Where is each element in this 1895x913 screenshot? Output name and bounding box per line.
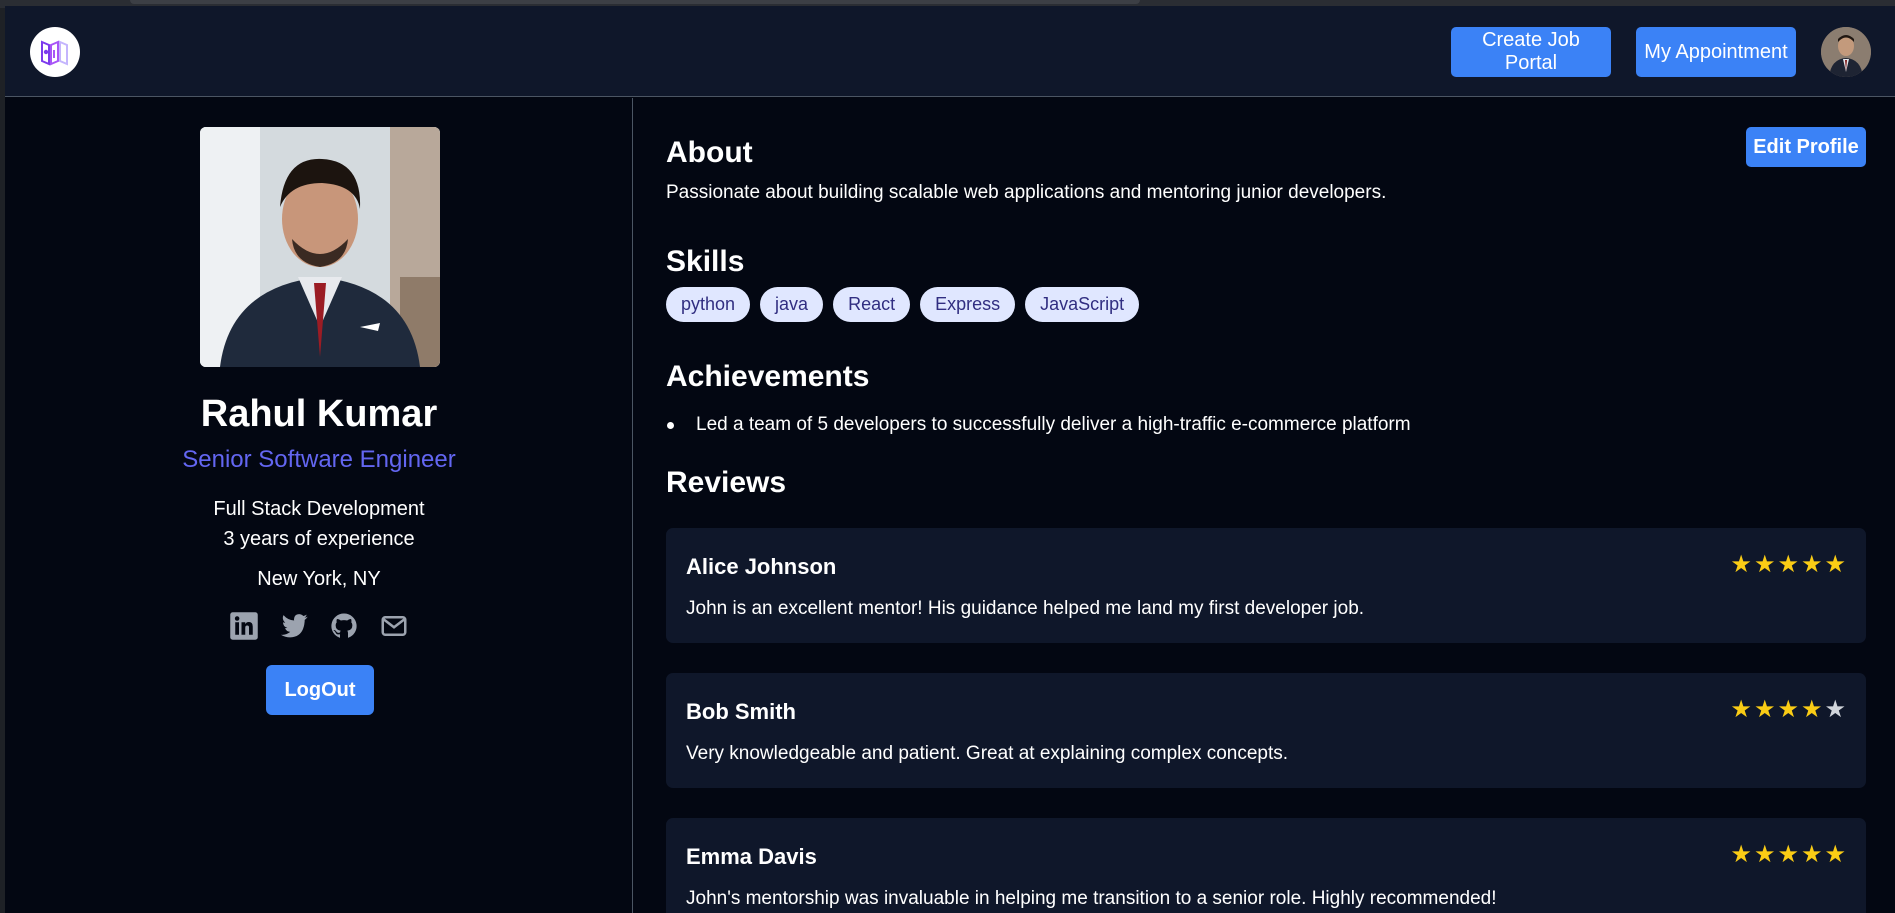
top-navbar: Create Job Portal My Appointment — [5, 6, 1895, 97]
star-filled-icon: ★ — [1800, 840, 1823, 868]
social-links — [5, 611, 633, 641]
achievement-text: Led a team of 5 developers to successful… — [696, 414, 1411, 435]
star-filled-icon: ★ — [1730, 695, 1752, 723]
review-card: Bob Smith ★ ★ ★ ★ ★ Very knowledgeable and p… — [666, 673, 1866, 788]
star-filled-icon: ★ — [1824, 840, 1846, 868]
achievements-heading: Achievements — [666, 360, 870, 393]
profile-main: About Edit Profile Passionate about buil… — [634, 98, 1895, 913]
profile-location: New York, NY — [257, 568, 381, 590]
bullet-icon — [667, 421, 674, 429]
star-rating: ★ ★ ★ ★ ★ — [1730, 842, 1846, 866]
avatar-portrait-icon — [1821, 27, 1871, 77]
star-filled-icon: ★ — [1824, 550, 1846, 578]
review-card: Emma Davis ★ ★ ★ ★ ★ John's mentorship was i… — [666, 818, 1866, 913]
my-appointment-button[interactable]: My Appointment — [1636, 27, 1796, 77]
skill-chip: java — [760, 287, 824, 322]
logout-button[interactable]: LogOut — [266, 665, 374, 715]
edit-profile-button[interactable]: Edit Profile — [1746, 127, 1866, 167]
app-frame: Create Job Portal My Appointment Rahul K… — [5, 6, 1895, 913]
star-rating: ★ ★ ★ ★ ★ — [1730, 697, 1846, 721]
star-filled-icon: ★ — [1777, 840, 1799, 868]
app-logo[interactable] — [30, 27, 80, 77]
achievement-item: Led a team of 5 developers to successful… — [666, 414, 1411, 436]
star-filled-icon: ★ — [1753, 840, 1776, 868]
star-filled-icon: ★ — [1800, 695, 1823, 723]
skills-list: python java React Express JavaScript — [666, 287, 1140, 322]
create-job-portal-button[interactable]: Create Job Portal — [1451, 27, 1611, 77]
star-filled-icon: ★ — [1777, 550, 1799, 578]
review-text: Very knowledgeable and patient. Great at… — [686, 743, 1289, 764]
github-icon[interactable] — [329, 611, 359, 641]
star-empty-icon: ★ — [1824, 695, 1846, 723]
skill-chip: Express — [920, 287, 1016, 322]
profile-experience: 3 years of experience — [223, 528, 415, 550]
star-filled-icon: ★ — [1753, 695, 1776, 723]
profile-title: Senior Software Engineer — [182, 446, 456, 473]
profile-name: Rahul Kumar — [200, 393, 438, 435]
review-text: John is an excellent mentor! His guidanc… — [686, 598, 1365, 619]
reviewer-name: Bob Smith — [686, 699, 796, 724]
mail-icon[interactable] — [379, 611, 409, 641]
profile-photo — [200, 127, 440, 367]
linkedin-icon[interactable] — [229, 611, 259, 641]
about-text: Passionate about building scalable web a… — [666, 182, 1387, 203]
star-filled-icon: ★ — [1730, 840, 1752, 868]
skill-chip: python — [666, 287, 751, 322]
star-filled-icon: ★ — [1777, 695, 1799, 723]
star-filled-icon: ★ — [1753, 550, 1776, 578]
star-filled-icon: ★ — [1800, 550, 1823, 578]
twitter-icon[interactable] — [279, 611, 309, 641]
profile-sidebar: Rahul Kumar Senior Software Engineer Ful… — [5, 98, 633, 913]
reviewer-name: Emma Davis — [686, 844, 817, 869]
review-text: John's mentorship was invaluable in help… — [686, 888, 1497, 909]
browser-tab-edge — [130, 0, 1140, 4]
achievements-list: Led a team of 5 developers to successful… — [666, 414, 1411, 436]
logo-icon — [41, 40, 68, 66]
skill-chip: React — [833, 287, 911, 322]
star-rating: ★ ★ ★ ★ ★ — [1730, 552, 1846, 576]
about-heading: About — [666, 136, 753, 169]
reviews-heading: Reviews — [666, 466, 787, 499]
reviewer-name: Alice Johnson — [686, 554, 837, 579]
profile-specialty: Full Stack Development — [213, 498, 425, 520]
star-filled-icon: ★ — [1730, 550, 1752, 578]
profile-portrait-icon — [200, 127, 440, 367]
skill-chip: JavaScript — [1025, 287, 1140, 322]
review-card: Alice Johnson ★ ★ ★ ★ ★ John is an excellent… — [666, 528, 1866, 643]
skills-heading: Skills — [666, 245, 745, 278]
user-avatar[interactable] — [1821, 27, 1871, 77]
